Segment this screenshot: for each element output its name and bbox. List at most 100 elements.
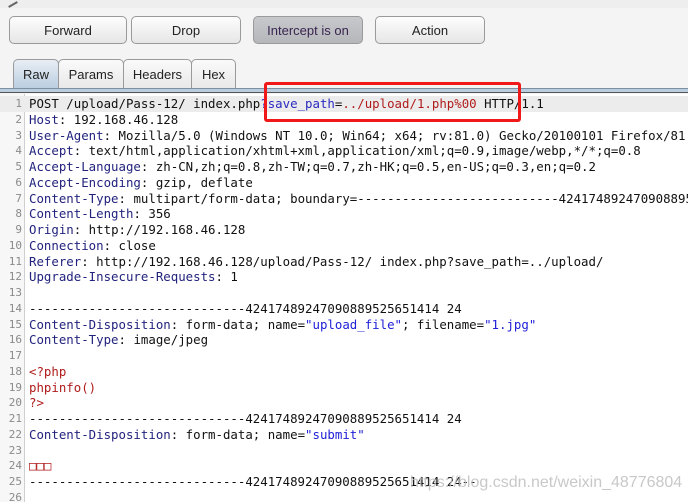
line-number: 15 xyxy=(8,317,22,331)
header-name: Host xyxy=(29,111,59,127)
code-token: "1.jpg" xyxy=(484,316,537,332)
code-line: 4 Accept: text/html,application/xhtml+xml… xyxy=(0,143,688,159)
header-name: Accept xyxy=(29,143,74,159)
code-token: phpinfo() xyxy=(29,379,97,395)
line-text: Upgrade-Insecure-Requests: 1 xyxy=(29,269,238,285)
line-number: 16 xyxy=(8,333,22,347)
code-token: : http://192.168.46.128 xyxy=(73,222,246,238)
code-token: : 192.168.46.128 xyxy=(58,111,179,127)
code-line: 9 Origin: http://192.168.46.128 xyxy=(0,222,688,238)
line-number: 12 xyxy=(8,270,22,284)
window-top-edge xyxy=(0,0,688,8)
line-number: 4 xyxy=(15,144,22,158)
tab-headers[interactable]: Headers xyxy=(123,59,192,89)
line-number: 9 xyxy=(15,223,22,237)
line-text: Content-Disposition: form-data; name="up… xyxy=(29,317,536,333)
code-line: 16 Content-Type: image/jpeg xyxy=(0,332,688,348)
intercept-toggle-button[interactable]: Intercept is on xyxy=(253,16,363,44)
code-token: POST /upload/Pass-12/ index.php xyxy=(29,96,261,111)
code-line: 20 ?> xyxy=(0,395,688,411)
line-number: 7 xyxy=(15,191,22,205)
header-name: Content-Type xyxy=(29,332,119,348)
header-name: Content-Disposition xyxy=(29,426,171,442)
code-line: 12 Upgrade-Insecure-Requests: 1 xyxy=(0,269,688,285)
line-number: 22 xyxy=(8,427,22,441)
header-name: Upgrade-Insecure-Requests xyxy=(29,269,216,285)
code-line: 8 Content-Length: 356 xyxy=(0,206,688,222)
highlight-annotation-box xyxy=(264,82,521,122)
line-text: Content-Type: image/jpeg xyxy=(29,332,208,348)
code-token: : gzip, deflate xyxy=(140,174,253,190)
code-line: 13 xyxy=(0,285,688,301)
header-name: Connection xyxy=(29,237,104,253)
code-line: 7 Content-Type: multipart/form-data; boun… xyxy=(0,191,688,207)
code-token: : form-data; name= xyxy=(170,316,306,332)
code-token: : text/html,application/xhtml+xml,applic… xyxy=(73,143,641,159)
line-text: Accept: text/html,application/xhtml+xml,… xyxy=(29,143,641,159)
line-number: 21 xyxy=(8,412,22,426)
code-line: 5 Accept-Language: zh-CN,zh;q=0.8,zh-TW;q… xyxy=(0,159,688,175)
line-text: Accept-Encoding: gzip, deflate xyxy=(29,175,253,191)
line-text: Content-Length: 356 xyxy=(29,206,171,222)
line-number: 14 xyxy=(8,301,22,315)
drop-button[interactable]: Drop xyxy=(131,16,241,44)
line-number: 19 xyxy=(8,380,22,394)
code-token: : http://192.168.46.128/upload/Pass-12/ … xyxy=(81,253,604,269)
code-line: 22 Content-Disposition: form-data; name="… xyxy=(0,427,688,443)
code-token: : 356 xyxy=(133,206,171,222)
pencil-icon xyxy=(4,0,18,8)
line-number: 5 xyxy=(15,160,22,174)
code-token: -----------------------------42417489247… xyxy=(29,411,462,427)
line-text: Accept-Language: zh-CN,zh;q=0.8,zh-TW;q=… xyxy=(29,159,596,175)
code-token: : 1 xyxy=(215,269,238,285)
line-text: Host: 192.168.46.128 xyxy=(29,112,178,128)
tab-hex[interactable]: Hex xyxy=(191,59,236,89)
line-text: Content-Disposition: form-data; name="su… xyxy=(29,427,365,443)
line-text: □□□ xyxy=(29,458,51,474)
code-token: ; filename= xyxy=(402,316,485,332)
tab-raw[interactable]: Raw xyxy=(13,59,59,89)
code-line: 18 <?php xyxy=(0,364,688,380)
line-number: 26 xyxy=(8,491,22,502)
line-number: 20 xyxy=(8,396,22,410)
line-text: -----------------------------42417489247… xyxy=(29,411,462,427)
line-text: phpinfo() xyxy=(29,380,96,396)
line-text: User-Agent: Mozilla/5.0 (Windows NT 10.0… xyxy=(29,128,688,144)
code-line: 3 User-Agent: Mozilla/5.0 (Windows NT 10.… xyxy=(0,128,688,144)
line-number: 25 xyxy=(8,475,22,489)
raw-request-editor[interactable]: 1 POST /upload/Pass-12/ index.php?save_pa… xyxy=(0,94,688,502)
line-number: 10 xyxy=(8,238,22,252)
line-number: 13 xyxy=(8,286,22,300)
line-number: 3 xyxy=(15,128,22,142)
code-token: <?php xyxy=(29,363,67,379)
action-button[interactable]: Action xyxy=(375,16,485,44)
code-token: : zh-CN,zh;q=0.8,zh-TW;q=0.7,zh-HK;q=0.5… xyxy=(140,159,596,175)
line-number: 8 xyxy=(15,207,22,221)
code-token: -----------------------------42417489247… xyxy=(29,300,462,316)
code-line: 21 -----------------------------424174892… xyxy=(0,411,688,427)
code-token: "upload_file" xyxy=(305,316,403,332)
code-line: 17 xyxy=(0,348,688,364)
line-text: ?> xyxy=(29,395,44,411)
line-number: 24 xyxy=(8,459,22,473)
code-token: : form-data; name= xyxy=(170,426,306,442)
code-line: 6 Accept-Encoding: gzip, deflate xyxy=(0,175,688,191)
header-name: Accept-Language xyxy=(29,159,141,175)
code-line: 10 Connection: close xyxy=(0,238,688,254)
code-line: 15 Content-Disposition: form-data; name="… xyxy=(0,317,688,333)
code-line: 19 phpinfo() xyxy=(0,380,688,396)
code-line: 24 □□□ xyxy=(0,458,688,474)
code-line: 23 xyxy=(0,443,688,459)
code-line: 14 -----------------------------424174892… xyxy=(0,301,688,317)
tab-params[interactable]: Params xyxy=(58,59,124,89)
header-name: Content-Type xyxy=(29,190,119,206)
header-name: User-Agent xyxy=(29,127,104,143)
forward-button[interactable]: Forward xyxy=(9,16,127,44)
line-number: 2 xyxy=(15,112,22,126)
header-name: Referer xyxy=(29,253,82,269)
line-text: Connection: close xyxy=(29,238,156,254)
line-text: Content-Type: multipart/form-data; bound… xyxy=(29,191,688,207)
code-token: "submit" xyxy=(305,426,365,442)
watermark: https://blog.csdn.net/weixin_48776804 xyxy=(410,474,683,491)
line-number: 17 xyxy=(8,349,22,363)
